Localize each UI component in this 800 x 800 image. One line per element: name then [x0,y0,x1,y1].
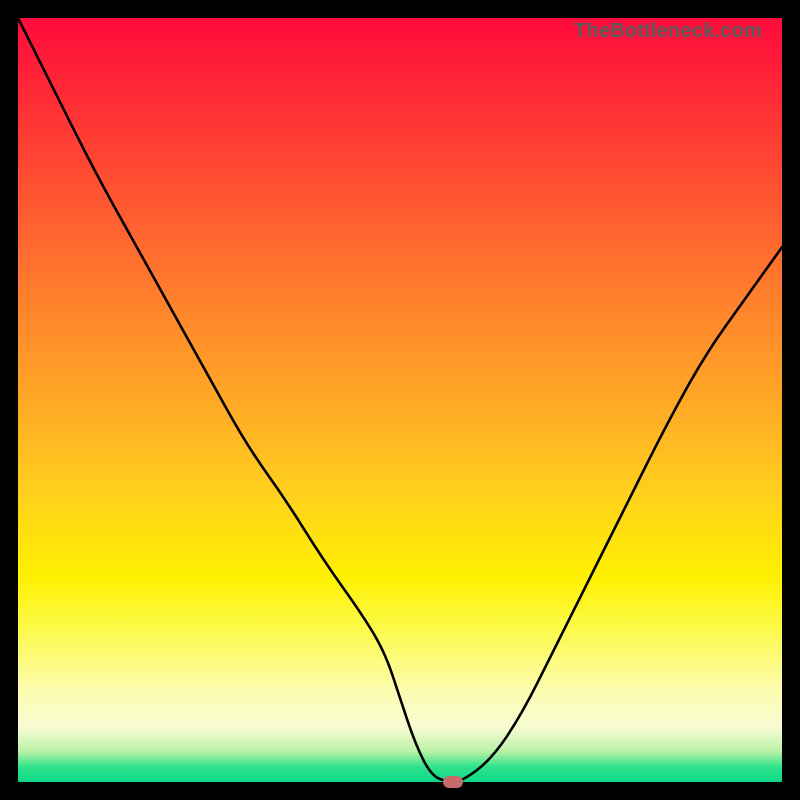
plot-area: TheBottleneck.com [18,18,782,782]
curve-path [18,18,782,782]
bottleneck-curve [18,18,782,782]
optimum-marker [443,776,463,788]
chart-frame: TheBottleneck.com [0,0,800,800]
